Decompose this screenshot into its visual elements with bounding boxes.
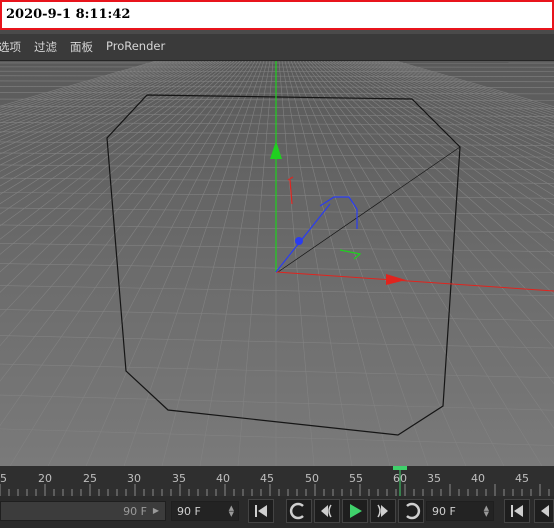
first-frame-button-secondary[interactable] bbox=[504, 499, 530, 523]
slider-arrow-icon: ▶ bbox=[152, 506, 159, 515]
timestamp: 2020-9-1 8:11:42 bbox=[6, 7, 131, 22]
first-frame-button[interactable] bbox=[248, 499, 274, 523]
step-back-button-secondary[interactable] bbox=[534, 499, 554, 523]
end-frame-field[interactable]: 90 F ▲ ▼ bbox=[171, 501, 239, 521]
previous-key-icon bbox=[289, 502, 304, 520]
step-forward-button[interactable] bbox=[370, 499, 396, 523]
playback-controls: 90 F ▶ 90 F ▲ ▼ 90 F ▲ ▼ bbox=[0, 496, 554, 528]
viewport-menu-bar: 选项 过滤 面板 ProRender bbox=[0, 30, 554, 61]
previous-key-button[interactable] bbox=[286, 499, 312, 523]
timestamp-bar: 2020-9-1 8:11:42 bbox=[0, 0, 554, 30]
end-frame-value: 90 F bbox=[123, 505, 147, 518]
ruler-ticks bbox=[0, 484, 550, 496]
step-forward-icon bbox=[377, 504, 388, 518]
playhead-icon[interactable] bbox=[393, 466, 407, 496]
timeline-ruler[interactable]: 5 20 25 30 35 40 45 50 55 60 35 40 45 bbox=[0, 466, 554, 496]
3d-viewport[interactable] bbox=[0, 61, 554, 466]
menu-item-prorender[interactable]: ProRender bbox=[106, 39, 165, 53]
step-back-icon bbox=[321, 504, 332, 518]
end-frame-slider[interactable]: 90 F ▶ bbox=[0, 501, 166, 521]
z-axis-handle-icon[interactable] bbox=[295, 237, 303, 245]
spinner-icon[interactable]: ▲ ▼ bbox=[484, 505, 489, 518]
end-frame-field-secondary[interactable]: 90 F ▲ ▼ bbox=[426, 501, 494, 521]
next-key-icon bbox=[406, 502, 421, 520]
menu-item-options[interactable]: 选项 bbox=[0, 39, 21, 55]
skip-to-start-icon bbox=[255, 505, 267, 517]
step-back-icon bbox=[541, 505, 549, 517]
play-icon bbox=[350, 504, 362, 518]
play-button[interactable] bbox=[342, 499, 368, 523]
spinner-icon[interactable]: ▲ ▼ bbox=[229, 505, 234, 518]
skip-to-start-icon bbox=[511, 505, 523, 517]
menu-item-filter[interactable]: 过滤 bbox=[34, 39, 57, 55]
next-key-button[interactable] bbox=[398, 499, 424, 523]
menu-item-panel[interactable]: 面板 bbox=[70, 39, 93, 55]
step-back-button[interactable] bbox=[314, 499, 340, 523]
